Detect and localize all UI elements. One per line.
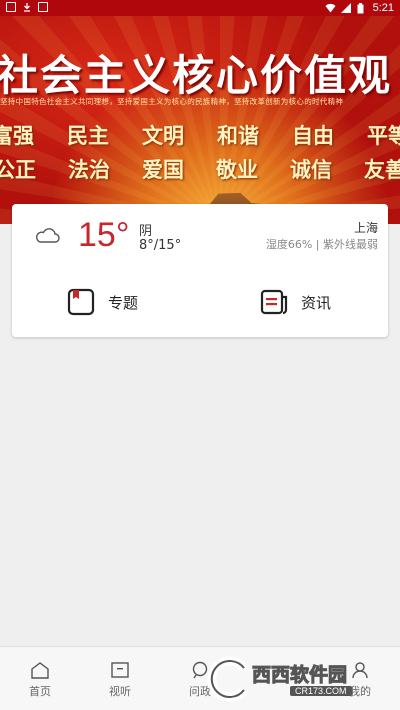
value-word: 民主 [67,123,109,148]
banner-title: 社会主义核心价值观 [0,51,393,100]
video-icon [110,661,130,679]
news-icon [259,287,289,317]
wifi-icon [325,3,336,13]
book-icon [66,287,96,317]
value-word: 敬业 [216,157,258,182]
clock: 5:21 [372,2,394,14]
news-shortcut[interactable]: 资讯 [259,284,331,320]
watermark-url: CR173.COM [290,686,352,696]
nav-home-label: 首页 [29,685,51,698]
value-word: 法治 [68,157,110,182]
value-word: 诚信 [290,157,332,182]
download-icon [22,2,32,12]
watermark-text: 西西软件园 [251,664,348,687]
values-row-2: 公正 法治 爱国 敬业 诚信 友善 [0,154,400,184]
hero-banner[interactable]: 社会主义核心价值观 坚持中国特色社会主义共同理想，坚持爱国主义为核心的民族精神，… [0,16,400,224]
value-word: 自由 [292,123,334,148]
value-word: 文明 [142,123,184,148]
weather-condition: 阴 [139,224,153,239]
notification-icons [6,2,48,12]
watermark-c-icon [207,656,248,702]
status-bar: 5:21 [0,0,400,16]
value-word: 友善 [364,157,400,182]
home-icon [30,661,50,679]
battery-icon [357,3,367,14]
value-word: 平等 [367,123,400,148]
watermark-logo: 西西软件园 CR173.COM [204,656,394,702]
nav-video-label: 视听 [109,685,131,698]
temperature-range: 8°/15° [139,238,182,253]
weather-details: 湿度66% | 紫外线最弱 [265,238,378,251]
cloud-icon [34,226,60,244]
value-word: 和谐 [217,123,259,148]
value-word: 富强 [0,123,34,148]
banner-subline: 坚持中国特色社会主义共同理想，坚持爱国主义为核心的民族精神，坚持改革创新为核心的… [0,97,344,106]
signal-icon [340,3,351,13]
image-notification-icon [38,2,48,12]
topic-shortcut[interactable]: 专题 [66,284,138,320]
system-indicators: 5:21 [325,2,394,14]
notification-square-icon [6,2,16,12]
nav-home[interactable]: 首页 [10,661,70,699]
weather-card: 15° 阴 8°/15° 上海 湿度66% | 紫外线最弱 专题 资讯 [12,204,388,337]
values-row-1: 富强 民主 文明 和谐 自由 平等 [0,120,400,150]
value-word: 公正 [0,157,36,182]
temperature: 15° [78,216,130,254]
city-name[interactable]: 上海 [354,219,378,236]
topic-label: 专题 [108,293,139,312]
news-label: 资讯 [301,293,332,312]
nav-video[interactable]: 视听 [90,661,150,699]
value-word: 爱国 [142,157,184,182]
